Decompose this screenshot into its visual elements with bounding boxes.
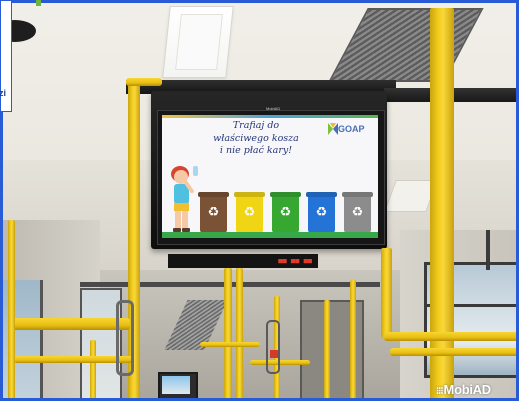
recycle-icon: ♻ xyxy=(351,205,364,220)
grab-pole xyxy=(236,268,243,401)
grab-pole xyxy=(324,300,330,401)
slogan-line: i nie płać kary! xyxy=(219,145,293,156)
emergency-button xyxy=(270,350,278,358)
watermark-text: MobiAD xyxy=(443,382,492,397)
led-route-display: ■■ ■■ ■■ xyxy=(168,254,318,268)
grab-rail xyxy=(126,78,162,86)
grab-rail xyxy=(390,348,519,356)
recycle-icon: ♻ xyxy=(207,205,220,220)
tram-interior-photo: MobiAD Trafiaj do właściwego kosza i nie… xyxy=(0,0,519,401)
hanging-strap xyxy=(116,300,134,376)
grab-pole xyxy=(350,280,356,401)
recycle-icon: ♻ xyxy=(315,205,328,220)
waste-bin-brown: ♻ xyxy=(198,192,229,233)
grab-pole xyxy=(90,340,96,401)
slogan: Trafiaj do właściwego kosza i nie płać k… xyxy=(208,120,304,158)
ceiling-light-inner xyxy=(175,14,223,70)
waste-bin-blue: ♻ xyxy=(306,192,337,233)
grab-rail xyxy=(10,318,130,330)
waste-bin-green: ♻ xyxy=(270,192,301,233)
grab-pole xyxy=(430,8,454,401)
watermark-dots: ⁝⁝⁝ xyxy=(436,386,443,397)
display-brand-label: MobiAD xyxy=(266,106,281,111)
window-left xyxy=(0,280,43,401)
goap-logo-text: GOAP xyxy=(338,124,365,134)
slogan-line: Trafiaj do xyxy=(232,120,280,131)
recycle-icon: ♻ xyxy=(279,205,292,220)
hanging-strap xyxy=(266,320,280,374)
grab-pole xyxy=(8,220,15,401)
slogan-line: właściwego kosza xyxy=(213,132,299,144)
grab-rail xyxy=(384,332,519,341)
goap-logo-icon xyxy=(328,123,338,135)
small-info-screen-content xyxy=(162,376,190,394)
grab-pole xyxy=(224,268,232,401)
grass-strip xyxy=(162,232,378,238)
grab-rail xyxy=(250,360,310,365)
waste-bin-gray: ♻ xyxy=(342,192,373,233)
grab-pole xyxy=(381,248,392,338)
text-fragment: zi xyxy=(0,88,7,98)
waste-bin-yellow: ♻ xyxy=(234,192,265,233)
mobiad-watermark: ⁝⁝⁝MobiAD xyxy=(436,382,491,397)
screen-top-accent xyxy=(162,115,378,118)
screenshot-frame-top xyxy=(0,0,519,3)
recycle-icon: ♻ xyxy=(243,205,256,220)
pasted-fragment-green xyxy=(36,0,41,6)
grab-rail xyxy=(200,342,260,347)
handle-strap xyxy=(486,230,490,270)
advertising-screen: Trafiaj do właściwego kosza i nie płać k… xyxy=(162,115,378,238)
